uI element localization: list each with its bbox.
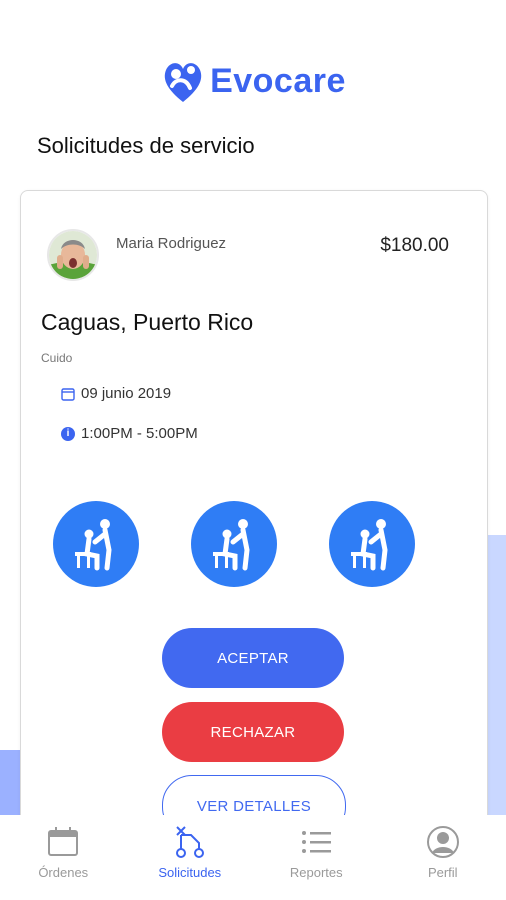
info-icon: i [61,426,75,441]
reject-button[interactable]: RECHAZAR [162,702,344,762]
app-logo: Evocare [0,52,506,110]
nav-item-ordenes[interactable]: Órdenes [0,815,127,900]
care-icons [53,501,453,587]
nav-label: Solicitudes [158,865,222,880]
evocare-logo-icon [164,63,202,102]
nav-label: Reportes [289,865,343,880]
bottom-navigation: Órdenes Solicitudes Reportes Perfil [0,815,506,900]
accept-button[interactable]: ACEPTAR [162,628,344,688]
nav-item-perfil[interactable]: Perfil [380,815,506,900]
list-icon [302,831,332,853]
avatar [47,229,99,281]
date-row: 09 junio 2019 [61,385,171,402]
service-time: 1:00PM - 5:00PM [81,425,198,442]
caregiver-assist-icon [191,501,277,587]
calendar-icon [48,827,79,856]
scissors-git-icon [175,826,204,858]
client-photo [49,231,97,279]
nav-label: Órdenes [38,865,89,880]
request-card[interactable]: Maria Rodriguez $180.00 Caguas, Puerto R… [20,190,488,872]
nav-item-solicitudes[interactable]: Solicitudes [127,815,254,900]
caregiver-assist-icon [329,501,415,587]
nav-label: Perfil [427,865,458,880]
nav-item-reportes[interactable]: Reportes [253,815,380,900]
page-title: Solicitudes de servicio [37,133,255,158]
user-circle-icon [426,826,459,858]
location: Caguas, Puerto Rico [41,309,254,335]
brand-name: Evocare [210,61,346,100]
client-name: Maria Rodriguez [116,235,227,252]
service-type: Cuido [41,351,73,365]
calendar-icon [61,387,75,401]
price: $180.00 [380,235,449,256]
time-row: i 1:00PM - 5:00PM [61,425,198,442]
caregiver-assist-icon [53,501,139,587]
service-date: 09 junio 2019 [81,385,172,402]
